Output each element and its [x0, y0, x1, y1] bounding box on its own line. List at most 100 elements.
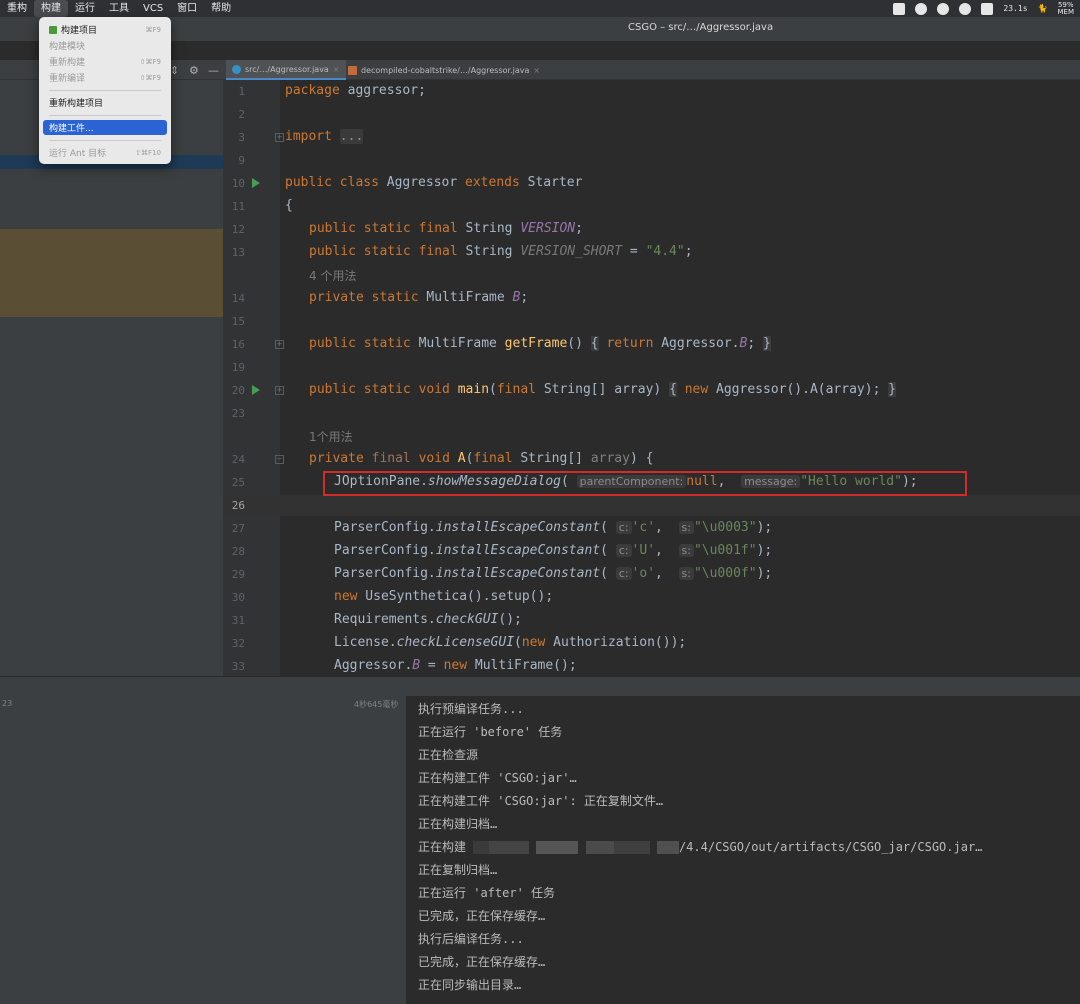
build-menu-dropdown: 构建项目 ⌘F9 构建模块 重新构建 ⇧⌘F9 重新编译 ⇧⌘F9 重新构建项目 构建… — [39, 17, 171, 164]
code-line: ParserConfig.installEscapeConstant( c:'c… — [334, 520, 773, 535]
console-line: 正在同步输出目录… — [418, 978, 522, 992]
line-number: 23 — [231, 407, 245, 420]
java-class-icon — [232, 64, 241, 74]
build-tree-item[interactable]: 23 — [2, 699, 12, 708]
gear-icon[interactable]: ⚙ — [189, 64, 199, 77]
fold-icon[interactable]: − — [275, 455, 284, 464]
project-panel[interactable] — [0, 80, 223, 676]
line-number: 27 — [231, 522, 245, 535]
menu-vcs[interactable]: VCS — [136, 0, 170, 17]
menu-refactor[interactable]: 重构 — [0, 0, 34, 17]
code-line: ParserConfig.installEscapeConstant( c:'o… — [334, 566, 773, 581]
usage-hint[interactable]: 1个用法 — [309, 428, 353, 445]
code-line: private final void A(final String[] arra… — [309, 451, 654, 466]
line-number: 1 — [238, 85, 245, 98]
code-line: import ... — [285, 129, 364, 144]
menu-item-build-artifacts[interactable]: 构建工件... — [43, 120, 167, 135]
build-panel-header — [0, 676, 1080, 696]
console-line: 已完成，正在保存缓存… — [418, 955, 546, 969]
line-number: 9 — [238, 154, 245, 167]
cpu-readout[interactable]: 23.1s — [1003, 4, 1027, 13]
fold-icon[interactable]: + — [275, 133, 284, 142]
window-title: CSGO – src/…/Aggressor.java — [628, 22, 774, 33]
console-line: 执行预编译任务... — [418, 702, 524, 716]
line-number: 29 — [231, 568, 245, 581]
console-line: 正在构建工件 'CSGO:jar': 正在复制文件… — [418, 794, 664, 808]
code-line: private static MultiFrame B; — [309, 290, 529, 305]
console-line: 正在构建工件 'CSGO:jar'… — [418, 771, 577, 785]
line-number: 14 — [231, 292, 245, 305]
run-main-icon[interactable] — [252, 385, 260, 395]
line-number: 2 — [238, 108, 245, 121]
line-number: 3 — [238, 131, 245, 144]
code-editor[interactable] — [280, 80, 1080, 676]
line-number: 16 — [231, 338, 245, 351]
menu-tools[interactable]: 工具 — [102, 0, 136, 17]
menu-separator — [49, 140, 161, 141]
runcat-icon[interactable]: 🐈 — [1038, 4, 1048, 13]
sync-icon[interactable] — [915, 2, 928, 15]
grid-icon[interactable] — [981, 2, 994, 15]
code-line: public static MultiFrame getFrame() { re… — [309, 336, 771, 351]
run-class-icon[interactable] — [252, 178, 260, 188]
menu-item-rebuild-project[interactable]: 重新构建项目 — [43, 95, 167, 110]
console-line: 正在构建归档… — [418, 817, 498, 831]
line-number: 25 — [231, 476, 245, 489]
highlight-annotation-box — [323, 471, 967, 496]
menu-separator — [49, 90, 161, 91]
menu-item-rebuild[interactable]: 重新构建 ⇧⌘F9 — [43, 54, 167, 69]
line-number: 30 — [231, 591, 245, 604]
tab-aggressor-decompiled[interactable]: decompiled-cobaltstrike/…/Aggressor.java… — [342, 60, 546, 80]
java-file-icon — [348, 65, 357, 75]
wechat-icon[interactable] — [959, 2, 972, 15]
menu-run[interactable]: 运行 — [68, 0, 102, 17]
fold-icon[interactable]: + — [275, 386, 284, 395]
menu-window[interactable]: 窗口 — [170, 0, 204, 17]
code-line: package aggressor; — [285, 83, 426, 98]
code-line: { — [285, 198, 293, 213]
console-line: 已完成，正在保存缓存… — [418, 909, 546, 923]
menu-item-build-project[interactable]: 构建项目 ⌘F9 — [43, 22, 167, 37]
console-line: 正在复制归档… — [418, 863, 498, 877]
build-duration: 4秒645毫秒 — [354, 700, 399, 709]
current-line — [223, 495, 1080, 516]
code-line: new UseSynthetica().setup(); — [334, 589, 554, 604]
build-tree[interactable]: 23 4秒645毫秒 — [0, 696, 407, 1004]
console-line: 执行后编译任务... — [418, 932, 524, 946]
tab-aggressor-src[interactable]: src/…/Aggressor.java × — [226, 60, 346, 80]
code-line: public class Aggressor extends Starter — [285, 175, 583, 190]
memory-indicator[interactable]: 59% MEM — [1057, 1, 1074, 16]
line-number: 15 — [231, 315, 245, 328]
menu-item-run-ant-target[interactable]: 运行 Ant 目标 ⇧⌘F10 — [43, 145, 167, 160]
console-line: 正在构建 /4.4/CSGO/out/artifacts/CSGO_jar/CS… — [418, 840, 983, 854]
menubar: 重构 构建 运行 工具 VCS 窗口 帮助 23.1s 🐈 59% MEM — [0, 0, 1080, 17]
menu-item-build-module[interactable]: 构建模块 — [43, 38, 167, 53]
minimize-icon[interactable]: — — [208, 64, 219, 77]
code-line: Requirements.checkGUI(); — [334, 612, 522, 627]
fold-icon[interactable]: + — [275, 340, 284, 349]
menu-help[interactable]: 帮助 — [204, 0, 238, 17]
close-icon[interactable]: × — [533, 66, 540, 75]
line-number: 28 — [231, 545, 245, 558]
line-number: 12 — [231, 223, 245, 236]
bell-icon[interactable] — [937, 2, 950, 15]
code-line: Aggressor.B = new MultiFrame(); — [334, 658, 577, 673]
system-tray: 23.1s 🐈 59% MEM — [893, 0, 1074, 17]
line-number: 33 — [231, 660, 245, 673]
console-line: 正在检查源 — [418, 748, 479, 762]
code-line: ParserConfig.installEscapeConstant( c: 'U… — [334, 543, 773, 558]
usage-hint[interactable]: 4 个用法 — [309, 267, 356, 284]
code-line: License.checkLicenseGUI(new Authorizatio… — [334, 635, 687, 650]
menu-build[interactable]: 构建 — [34, 0, 68, 17]
menu-item-recompile[interactable]: 重新编译 ⇧⌘F9 — [43, 70, 167, 85]
close-icon[interactable]: × — [333, 65, 340, 74]
collapse-icon[interactable]: ⇕ — [170, 64, 179, 77]
menu-separator — [49, 115, 161, 116]
line-number: 26 — [231, 499, 245, 512]
app-icon[interactable] — [893, 2, 906, 15]
line-number: 20 — [231, 384, 245, 397]
redacted-path — [473, 841, 490, 854]
code-line: public static final String VERSION; — [309, 221, 583, 236]
hammer-icon — [49, 25, 57, 34]
line-number: 13 — [231, 246, 245, 259]
